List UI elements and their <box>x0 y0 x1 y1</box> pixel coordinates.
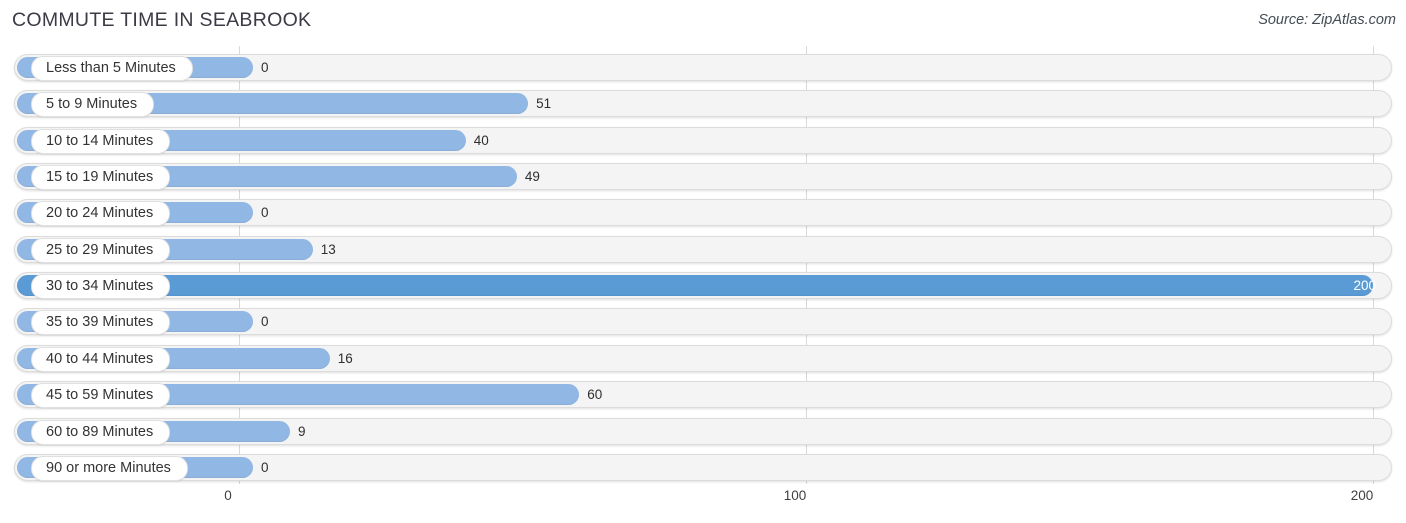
bar-value-label: 16 <box>337 350 353 366</box>
category-label: 60 to 89 Minutes <box>31 419 171 445</box>
category-label: 10 to 14 Minutes <box>31 128 171 154</box>
bar-row[interactable]: 45 to 59 Minutes 60 <box>14 381 1392 409</box>
x-axis: 0 100 200 <box>0 484 1406 523</box>
plot-area: Less than 5 Minutes 0 5 to 9 Minutes 51 10 t… <box>0 44 1406 484</box>
bar-value-label: 0 <box>261 314 269 330</box>
category-label: Less than 5 Minutes <box>31 56 193 81</box>
bar-row[interactable]: 20 to 24 Minutes 0 <box>14 199 1392 227</box>
category-label: 30 to 34 Minutes <box>31 274 171 300</box>
bar-value-label: 40 <box>473 132 489 148</box>
category-label: 90 or more Minutes <box>31 455 188 481</box>
chart-header: COMMUTE TIME IN SEABROOK Source: ZipAtla… <box>0 0 1406 44</box>
bar-row[interactable]: 15 to 19 Minutes 49 <box>14 163 1392 191</box>
page-title: COMMUTE TIME IN SEABROOK <box>12 9 312 31</box>
bar-value-label: 0 <box>261 459 269 475</box>
bar-value-label: 9 <box>298 423 306 439</box>
bar-value-label: 60 <box>587 387 603 403</box>
x-tick-label: 100 <box>783 488 807 503</box>
bar-value-label: 49 <box>524 169 540 185</box>
bar-row[interactable]: 10 to 14 Minutes 40 <box>14 126 1392 154</box>
category-label: 25 to 29 Minutes <box>31 237 171 263</box>
bar-row[interactable]: 40 to 44 Minutes 16 <box>14 344 1392 372</box>
bar-row[interactable]: 60 to 89 Minutes 9 <box>14 417 1392 445</box>
bar-rows: Less than 5 Minutes 0 5 to 9 Minutes 51 10 t… <box>0 44 1406 484</box>
bar-row[interactable]: Less than 5 Minutes 0 <box>14 54 1392 81</box>
bar-row[interactable]: 25 to 29 Minutes 13 <box>14 235 1392 263</box>
category-label: 40 to 44 Minutes <box>31 346 171 372</box>
bar-value-label: 13 <box>320 241 336 257</box>
source-attribution: Source: ZipAtlas.com <box>1258 12 1396 28</box>
bar-value-label-inside: 200 <box>1353 278 1376 294</box>
bar-fill-highlight <box>17 275 1373 297</box>
bar-row[interactable]: 5 to 9 Minutes 51 <box>14 90 1392 118</box>
bar-value-label: 0 <box>261 60 269 75</box>
bar-value-label: 51 <box>536 96 552 112</box>
bar-value-label: 0 <box>261 205 269 221</box>
bar-row[interactable]: 90 or more Minutes 0 <box>14 453 1392 481</box>
x-tick-label: 0 <box>224 488 232 503</box>
category-label: 45 to 59 Minutes <box>31 383 171 409</box>
category-label: 20 to 24 Minutes <box>31 201 171 227</box>
category-label: 35 to 39 Minutes <box>31 310 171 336</box>
bar-row[interactable]: 30 to 34 Minutes 200 <box>14 272 1392 300</box>
x-tick-label: 200 <box>1350 488 1374 503</box>
bar-row[interactable]: 35 to 39 Minutes 0 <box>14 308 1392 336</box>
category-label: 5 to 9 Minutes <box>31 92 155 118</box>
category-label: 15 to 19 Minutes <box>31 165 171 191</box>
